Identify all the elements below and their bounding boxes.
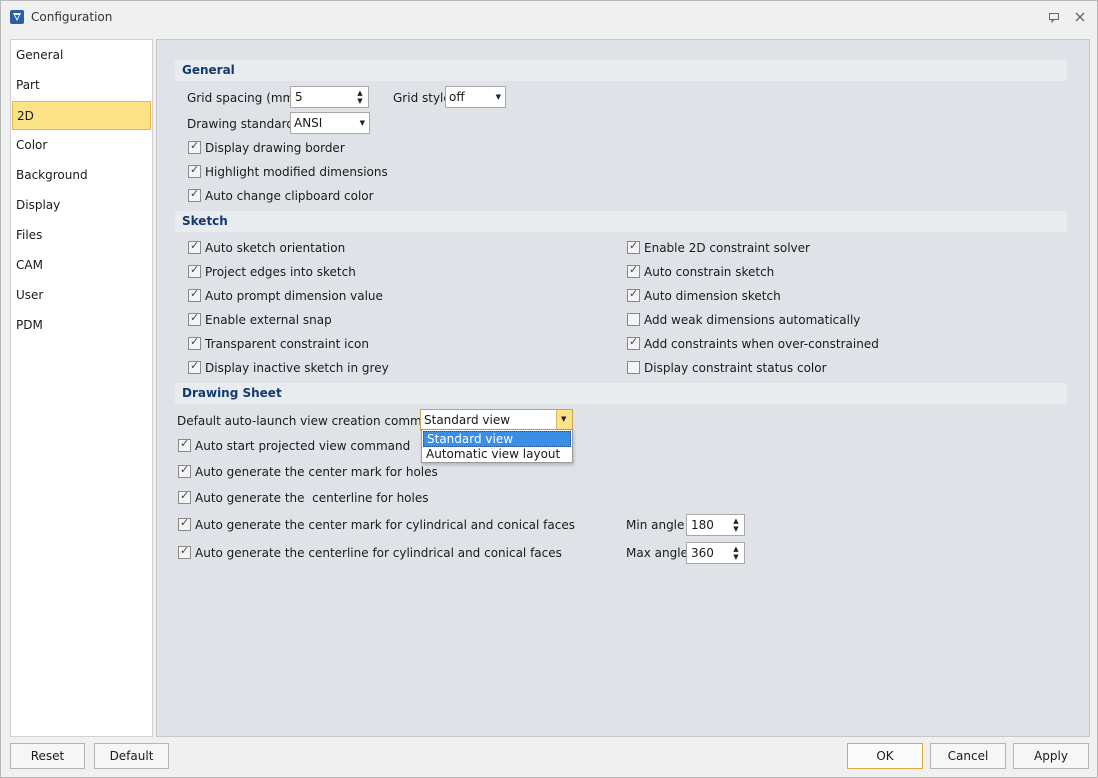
center-mark-cyl-checkbox[interactable] xyxy=(178,516,191,531)
apply-button[interactable]: Apply xyxy=(1013,743,1089,769)
section-header-general: General xyxy=(175,60,1067,81)
sketch-right-checkbox-5[interactable] xyxy=(627,361,640,374)
sidebar-item-user[interactable]: User xyxy=(12,281,151,310)
centerline-holes-checkbox[interactable] xyxy=(178,489,191,504)
sketch-right-label-3: Add weak dimensions automatically xyxy=(644,313,861,327)
center-mark-holes-label: Auto generate the center mark for holes xyxy=(195,465,438,479)
drawing-standard-select[interactable]: ANSI ▼ xyxy=(290,112,370,134)
grid-spacing-label: Grid spacing (mm) xyxy=(187,91,299,105)
sketch-left-checkbox-4[interactable] xyxy=(188,335,201,350)
auto-clipboard-checkbox[interactable] xyxy=(188,187,201,202)
max-angle-label: Max angle xyxy=(626,546,688,560)
sketch-right-checkbox-0[interactable] xyxy=(627,239,640,254)
auto-projected-label: Auto start projected view command xyxy=(195,439,411,453)
sidebar-item-2d[interactable]: 2D xyxy=(12,101,151,130)
center-mark-holes-checkbox[interactable] xyxy=(178,463,191,478)
category-sidebar: General Part 2D Color Background Display… xyxy=(10,39,153,737)
max-angle-value: 360 xyxy=(691,546,714,560)
sketch-right-label-5: Display constraint status color xyxy=(644,361,827,375)
sidebar-item-color[interactable]: Color xyxy=(12,131,151,160)
auto-clipboard-label: Auto change clipboard color xyxy=(205,189,374,203)
centerline-cyl-label: Auto generate the centerline for cylindr… xyxy=(195,546,562,560)
section-header-drawing-sheet: Drawing Sheet xyxy=(175,383,1067,404)
drawing-standard-label: Drawing standard xyxy=(187,117,294,131)
default-view-select[interactable]: Standard view ▼ xyxy=(420,409,573,431)
sketch-left-label-1: Project edges into sketch xyxy=(205,265,356,279)
center-mark-cyl-label: Auto generate the center mark for cylind… xyxy=(195,518,575,532)
sketch-right-checkbox-1[interactable] xyxy=(627,263,640,278)
stepper-up-icon[interactable]: ▲ xyxy=(731,545,741,553)
grid-spacing-value: 5 xyxy=(295,90,303,104)
grid-style-value: off xyxy=(449,90,465,104)
app-logo-icon xyxy=(10,10,24,24)
sketch-left-checkbox-5[interactable] xyxy=(188,359,201,374)
stepper-down-icon[interactable]: ▼ xyxy=(731,525,741,533)
display-border-label: Display drawing border xyxy=(205,141,345,155)
centerline-cyl-checkbox[interactable] xyxy=(178,544,191,559)
stepper-up-icon[interactable]: ▲ xyxy=(731,517,741,525)
sidebar-item-cam[interactable]: CAM xyxy=(12,251,151,280)
stepper-up-icon[interactable]: ▲ xyxy=(355,89,365,97)
ok-button[interactable]: OK xyxy=(847,743,923,769)
chevron-down-icon: ▼ xyxy=(561,415,567,423)
chevron-down-icon: ▼ xyxy=(495,93,501,101)
sketch-right-label-0: Enable 2D constraint solver xyxy=(644,241,810,255)
grid-style-select[interactable]: off ▼ xyxy=(445,86,506,108)
reset-button[interactable]: Reset xyxy=(10,743,85,769)
dropdown-option-standard-view[interactable]: Standard view xyxy=(423,431,571,447)
default-view-value: Standard view xyxy=(424,413,511,427)
stepper-down-icon[interactable]: ▼ xyxy=(355,97,365,105)
sketch-left-checkbox-2[interactable] xyxy=(188,287,201,302)
settings-panel: General Grid spacing (mm) 5 ▲ ▼ Grid sty… xyxy=(156,39,1090,737)
grid-spacing-stepper[interactable]: 5 ▲ ▼ xyxy=(290,86,369,108)
auto-projected-checkbox[interactable] xyxy=(178,437,191,452)
sketch-right-label-2: Auto dimension sketch xyxy=(644,289,781,303)
close-icon[interactable] xyxy=(1072,9,1088,25)
dropdown-option-automatic-view-layout[interactable]: Automatic view layout xyxy=(423,447,571,463)
window-title: Configuration xyxy=(31,10,113,24)
sidebar-item-pdm[interactable]: PDM xyxy=(12,311,151,340)
default-view-dropdown-list: Standard view Automatic view layout xyxy=(421,429,573,463)
default-view-label: Default auto-launch view creation comman… xyxy=(177,414,445,428)
highlight-modified-checkbox[interactable] xyxy=(188,163,201,178)
min-angle-value: 180 xyxy=(691,518,714,532)
sketch-right-label-1: Auto constrain sketch xyxy=(644,265,775,279)
centerline-holes-label: Auto generate the centerline for holes xyxy=(195,491,429,505)
sketch-left-checkbox-1[interactable] xyxy=(188,263,201,278)
sidebar-item-display[interactable]: Display xyxy=(12,191,151,220)
configuration-window: Configuration General Part 2D Color Back… xyxy=(0,0,1098,778)
min-angle-stepper[interactable]: 180 ▲ ▼ xyxy=(686,514,745,536)
sketch-left-checkbox-3[interactable] xyxy=(188,311,201,326)
sketch-right-checkbox-4[interactable] xyxy=(627,335,640,350)
sketch-right-checkbox-3[interactable] xyxy=(627,313,640,326)
sketch-left-label-3: Enable external snap xyxy=(205,313,332,327)
sketch-left-label-2: Auto prompt dimension value xyxy=(205,289,383,303)
display-border-checkbox[interactable] xyxy=(188,139,201,154)
sketch-left-checkbox-0[interactable] xyxy=(188,239,201,254)
sidebar-item-files[interactable]: Files xyxy=(12,221,151,250)
sketch-right-label-4: Add constraints when over-constrained xyxy=(644,337,879,351)
stepper-down-icon[interactable]: ▼ xyxy=(731,553,741,561)
default-button[interactable]: Default xyxy=(94,743,169,769)
sketch-left-label-4: Transparent constraint icon xyxy=(205,337,369,351)
sketch-right-checkbox-2[interactable] xyxy=(627,287,640,302)
sidebar-item-general[interactable]: General xyxy=(12,41,151,70)
drawing-standard-value: ANSI xyxy=(294,116,323,130)
sketch-left-label-0: Auto sketch orientation xyxy=(205,241,346,255)
cancel-button[interactable]: Cancel xyxy=(930,743,1006,769)
restore-icon[interactable] xyxy=(1046,9,1062,25)
chevron-down-icon: ▼ xyxy=(359,119,365,127)
max-angle-stepper[interactable]: 360 ▲ ▼ xyxy=(686,542,745,564)
sidebar-item-background[interactable]: Background xyxy=(12,161,151,190)
dropdown-button[interactable]: ▼ xyxy=(556,410,572,430)
sidebar-item-part[interactable]: Part xyxy=(12,71,151,100)
highlight-modified-label: Highlight modified dimensions xyxy=(205,165,388,179)
sketch-left-label-5: Display inactive sketch in grey xyxy=(205,361,389,375)
grid-style-label: Grid style xyxy=(393,91,451,105)
title-bar: Configuration xyxy=(1,1,1097,33)
min-angle-label: Min angle xyxy=(626,518,685,532)
section-header-sketch: Sketch xyxy=(175,211,1067,232)
